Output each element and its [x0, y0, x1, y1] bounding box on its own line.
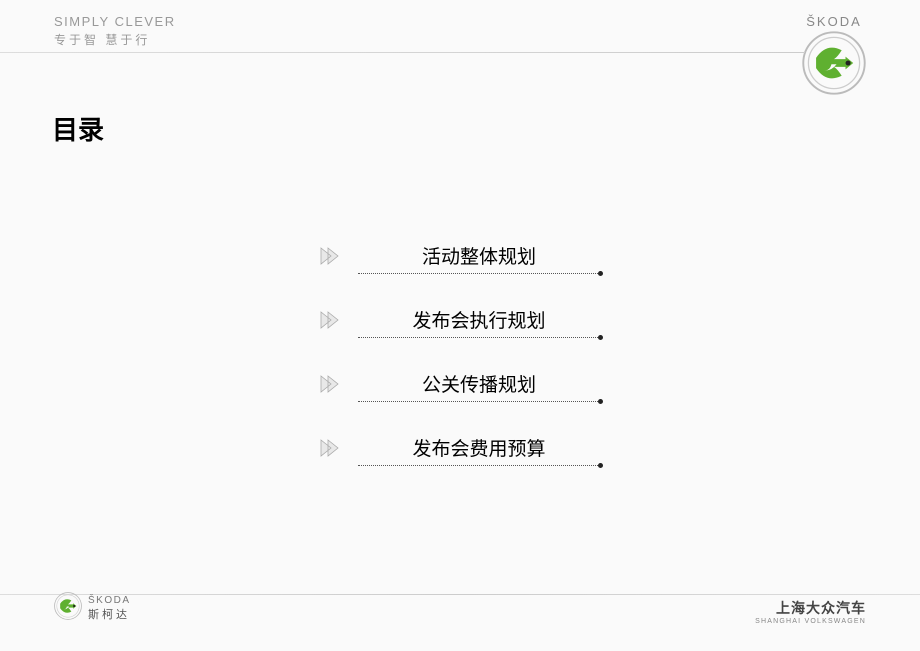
divider-top — [0, 52, 805, 53]
chevron-right-icon — [320, 439, 342, 462]
page-title: 目录 — [52, 110, 920, 147]
skoda-logo-icon — [802, 31, 866, 100]
bullet-dot-icon — [598, 463, 603, 468]
toc-item: 活动整体规划 — [320, 242, 600, 274]
skoda-logo-icon — [54, 592, 82, 625]
footer-brand-english: ŠKODA — [88, 595, 131, 606]
toc-item-label: 活动整体规划 — [358, 242, 600, 274]
footer-brand-chinese: 斯柯达 — [88, 606, 131, 622]
toc-item: 发布会费用预算 — [320, 434, 600, 466]
header: SIMPLY CLEVER 专于智 慧于行 ŠKODA — [0, 0, 920, 95]
footer-company-chinese: 上海大众汽车 — [776, 598, 866, 618]
tagline-english: SIMPLY CLEVER — [54, 14, 176, 29]
bullet-dot-icon — [598, 335, 603, 340]
toc-item: 公关传播规划 — [320, 370, 600, 402]
chevron-right-icon — [320, 375, 342, 398]
brand-name-text: ŠKODA — [806, 14, 862, 29]
footer: ŠKODA 斯柯达 上海大众汽车 SHANGHAI VOLKSWAGEN — [0, 592, 920, 641]
footer-brand-block: ŠKODA 斯柯达 — [88, 595, 131, 622]
toc-item-label: 发布会费用预算 — [358, 434, 600, 466]
footer-right: 上海大众汽车 SHANGHAI VOLKSWAGEN — [755, 598, 866, 625]
table-of-contents: 活动整体规划 发布会执行规划 公关传播规划 发布会费用预算 — [0, 242, 920, 466]
footer-left: ŠKODA 斯柯达 — [54, 592, 131, 625]
chevron-right-icon — [320, 247, 342, 270]
tagline-block: SIMPLY CLEVER 专于智 慧于行 — [54, 14, 176, 48]
bullet-dot-icon — [598, 399, 603, 404]
toc-item-label: 公关传播规划 — [358, 370, 600, 402]
toc-item-label: 发布会执行规划 — [358, 306, 600, 338]
footer-company-english: SHANGHAI VOLKSWAGEN — [755, 618, 866, 625]
brand-top: ŠKODA — [802, 14, 866, 100]
tagline-chinese: 专于智 慧于行 — [54, 31, 176, 48]
bullet-dot-icon — [598, 271, 603, 276]
chevron-right-icon — [320, 311, 342, 334]
toc-item: 发布会执行规划 — [320, 306, 600, 338]
